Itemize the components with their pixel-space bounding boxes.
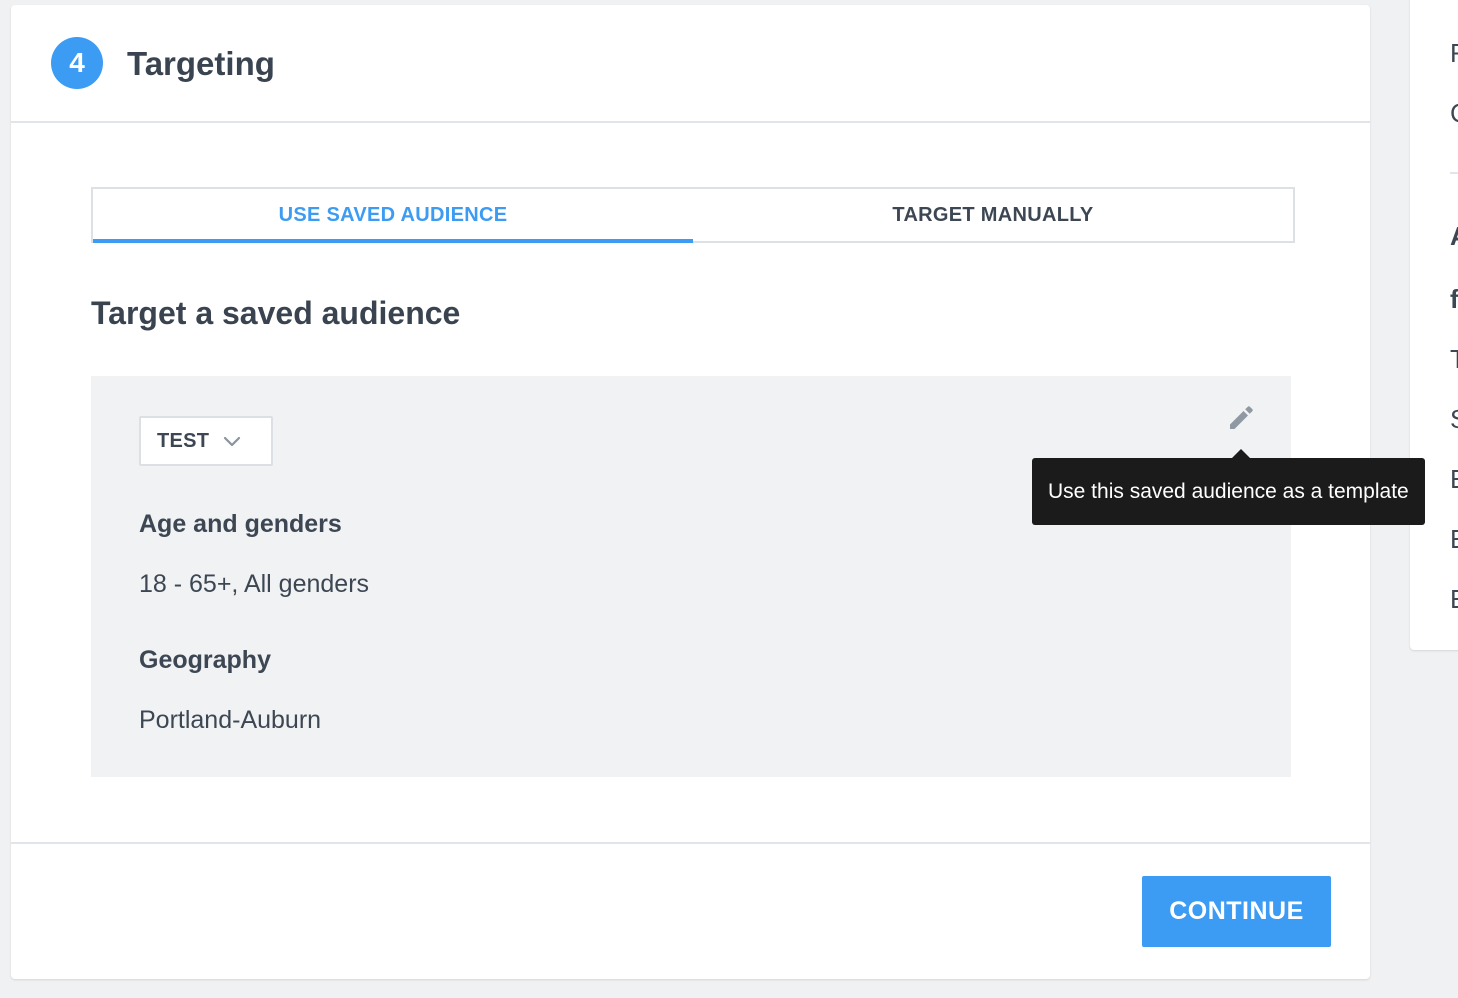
footer-divider	[11, 842, 1370, 844]
side-panel-text: f	[1450, 284, 1458, 314]
side-panel-text: S	[1450, 404, 1458, 434]
continue-button[interactable]: CONTINUE	[1142, 876, 1331, 947]
targeting-tabs: USE SAVED AUDIENCE TARGET MANUALLY	[91, 187, 1295, 243]
card-title: Targeting	[127, 45, 275, 82]
age-genders-label: Age and genders	[139, 510, 342, 538]
side-panel-text: E	[1450, 584, 1458, 614]
saved-audience-selected-value: TEST	[157, 429, 210, 452]
side-panel-divider	[1450, 172, 1458, 174]
geography-label: Geography	[139, 646, 271, 674]
section-title: Target a saved audience	[91, 295, 461, 331]
pencil-icon[interactable]	[1225, 400, 1259, 434]
saved-audience-panel: TEST Age and genders 18 - 65+, All gende…	[91, 376, 1291, 777]
tab-target-manually[interactable]: TARGET MANUALLY	[693, 189, 1293, 241]
saved-audience-dropdown[interactable]: TEST	[139, 416, 273, 466]
side-panel-text: F	[1450, 38, 1458, 68]
side-panel-text: E	[1450, 464, 1458, 494]
step-number-badge: 4	[51, 37, 103, 89]
targeting-card: 4 Targeting USE SAVED AUDIENCE TARGET MA…	[11, 5, 1425, 979]
side-panel-text: T	[1450, 344, 1458, 374]
edit-tooltip: Use this saved audience as a template	[1032, 449, 1425, 525]
side-panel-text: E	[1450, 524, 1458, 554]
card-header: 4 Targeting	[11, 5, 1370, 123]
chevron-down-icon	[223, 435, 241, 447]
tab-use-saved-audience[interactable]: USE SAVED AUDIENCE	[93, 189, 693, 243]
age-genders-value: 18 - 65+, All genders	[139, 570, 370, 598]
side-summary-panel: F C A f T S E E E	[1410, 0, 1458, 650]
side-panel-heading: A	[1450, 221, 1458, 251]
geography-value: Portland-Auburn	[139, 706, 322, 734]
side-panel-text: C	[1450, 98, 1458, 128]
